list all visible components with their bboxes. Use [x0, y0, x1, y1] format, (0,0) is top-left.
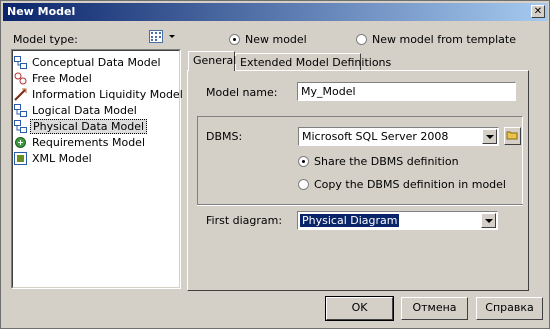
share-dbms-radio[interactable] [298, 156, 309, 167]
chevron-down-icon[interactable] [481, 213, 496, 228]
new-model-radio[interactable] [229, 34, 240, 45]
model-type-label: Model type: [13, 33, 78, 46]
close-button[interactable]: ✕ [531, 5, 545, 18]
title-bar: New Model ✕ [3, 3, 548, 21]
model-type-item-conceptual[interactable]: Conceptual Data Model [14, 54, 163, 70]
folder-icon[interactable] [504, 127, 521, 145]
model-name-input[interactable]: My_Model [297, 82, 516, 101]
model-type-item-information-liquidity[interactable]: Information Liquidity Model [14, 86, 185, 102]
new-model-label: New model [245, 33, 307, 46]
new-model-from-template-radio[interactable] [356, 34, 367, 45]
window-title: New Model [7, 5, 76, 18]
information-liquidity-icon [14, 88, 27, 101]
xml-model-icon [14, 151, 27, 165]
cancel-button[interactable]: Отмена [401, 297, 468, 320]
copy-dbms-radio[interactable] [298, 179, 309, 190]
model-type-item-requirements[interactable]: Requirements Model [14, 134, 147, 150]
model-name-label: Model name: [206, 86, 278, 99]
new-model-from-template-label: New model from template [372, 33, 516, 46]
model-type-item-physical[interactable]: Physical Data Model [14, 118, 148, 134]
group-divider [197, 204, 523, 206]
first-diagram-select[interactable]: Physical Diagram [297, 211, 498, 230]
model-type-item-logical[interactable]: Logical Data Model [14, 102, 139, 118]
model-type-list[interactable]: Conceptual Data Model Free Model Informa… [11, 49, 183, 289]
dbms-group: DBMS: Microsoft SQL Server 2008 Share th… [197, 116, 523, 206]
general-tab-panel: Model name: My_Model DBMS: Microsoft SQL… [187, 70, 529, 291]
ok-button[interactable]: OK [325, 296, 394, 321]
tab-extended-model-definitions[interactable]: Extended Model Definitions [235, 53, 391, 71]
view-mode-icon[interactable] [149, 30, 163, 43]
dbms-label: DBMS: [206, 130, 243, 143]
new-model-dialog: New Model ✕ Model type: Conceptual Data … [0, 0, 550, 329]
logical-model-icon [14, 103, 27, 117]
conceptual-model-icon [14, 55, 27, 69]
chevron-down-icon[interactable] [482, 129, 497, 144]
dbms-select[interactable]: Microsoft SQL Server 2008 [298, 127, 499, 146]
free-model-icon [14, 72, 27, 85]
copy-dbms-label: Copy the DBMS definition in model [314, 178, 506, 191]
physical-model-icon [14, 119, 27, 133]
requirements-model-icon [14, 136, 27, 149]
tab-general[interactable]: General [188, 51, 236, 71]
share-dbms-label: Share the DBMS definition [314, 155, 459, 168]
model-type-item-free[interactable]: Free Model [14, 70, 94, 86]
help-button[interactable]: Справка [476, 297, 543, 320]
first-diagram-label: First diagram: [206, 214, 283, 227]
view-mode-dropdown-icon[interactable] [169, 35, 175, 38]
model-type-item-xml[interactable]: XML Model [14, 150, 94, 166]
